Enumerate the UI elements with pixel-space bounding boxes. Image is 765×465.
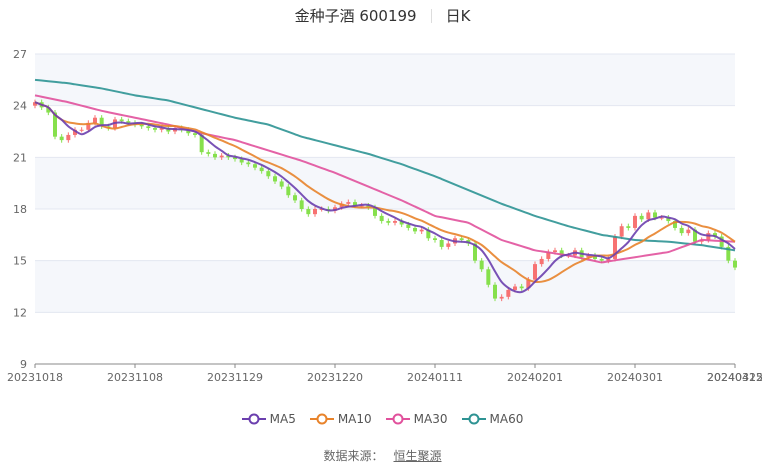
y-tick-label: 18 — [13, 203, 27, 216]
y-tick-label: 9 — [20, 358, 27, 371]
legend-ma5-icon — [241, 413, 266, 425]
candle-down — [193, 133, 197, 135]
y-tick-label: 24 — [13, 100, 27, 113]
source-provider-link[interactable]: 恒生聚源 — [394, 449, 442, 463]
grid-band — [35, 260, 735, 313]
legend-ma10-icon — [309, 413, 334, 425]
candle-down — [299, 200, 304, 209]
candle-down — [679, 227, 684, 234]
legend: MA5 MA10 MA30 MA60 — [0, 412, 765, 426]
candle-down — [306, 209, 311, 215]
candle-up — [346, 202, 351, 204]
legend-ma5[interactable]: MA5 — [241, 412, 296, 426]
candle-up — [513, 286, 517, 290]
candle-up — [79, 129, 84, 131]
candle-up — [553, 250, 557, 253]
x-tick-label: 20231108 — [107, 371, 163, 384]
candle-down — [493, 284, 497, 299]
candle-up — [506, 289, 511, 297]
candle-up — [446, 243, 451, 247]
candle-up — [539, 258, 544, 265]
x-tick-label: 20231129 — [207, 371, 263, 384]
candle-down — [286, 186, 291, 196]
candlestick-chart: 9 12 15 18 21 24 27 20231018 20231108 20231129 202… — [7, 48, 763, 384]
candle-down — [386, 221, 391, 223]
x-tick-label: 20240201 — [507, 371, 563, 384]
candle-down — [519, 286, 524, 289]
candle-down — [273, 176, 277, 182]
x-tick-label: 20231220 — [307, 371, 363, 384]
candle-up — [419, 229, 424, 232]
legend-ma60[interactable]: MA60 — [461, 412, 524, 426]
legend-label: MA30 — [413, 412, 448, 426]
grid-band — [35, 54, 735, 106]
candle-up — [66, 134, 71, 141]
candle-up — [646, 212, 651, 220]
legend-label: MA5 — [269, 412, 296, 426]
candle-up — [93, 117, 97, 123]
candle-down — [486, 269, 491, 285]
candle-down — [259, 167, 264, 172]
candle-down — [379, 215, 384, 222]
candle-down — [439, 240, 444, 247]
y-tick-label: 21 — [13, 151, 27, 164]
candle-up — [393, 221, 397, 223]
y-tick-label: 12 — [13, 306, 27, 319]
candle-down — [279, 181, 284, 187]
source-label: 数据来源： — [323, 449, 384, 463]
legend-ma10[interactable]: MA10 — [309, 412, 372, 426]
candle-down — [406, 224, 411, 228]
candle-down — [433, 238, 437, 240]
candle-up — [633, 215, 637, 228]
candle-down — [479, 260, 484, 270]
candle-down — [413, 227, 417, 232]
candle-up — [313, 209, 317, 215]
candle-up — [686, 229, 691, 234]
legend-label: MA10 — [337, 412, 372, 426]
y-tick-label: 15 — [13, 255, 27, 268]
candle-down — [599, 258, 604, 261]
candle-down — [153, 128, 157, 130]
legend-label: MA60 — [489, 412, 524, 426]
candle-down — [253, 164, 257, 168]
candle-down — [733, 260, 737, 268]
candle-down — [653, 212, 657, 218]
legend-ma30-icon — [385, 413, 410, 425]
x-tick-label: 20240415 — [707, 371, 763, 384]
grid-band — [35, 157, 735, 209]
legend-ma60-icon — [461, 413, 486, 425]
candle-up — [619, 226, 624, 237]
candle-up — [219, 155, 224, 158]
y-tick-label: 27 — [13, 48, 27, 61]
candle-down — [293, 195, 297, 201]
candle-down — [459, 238, 464, 240]
candle-down — [213, 153, 217, 158]
candle-down — [266, 171, 271, 177]
candle-down — [119, 119, 124, 122]
data-source: 数据来源： 恒生聚源 — [0, 447, 765, 464]
legend-ma30[interactable]: MA30 — [385, 412, 448, 426]
candle-down — [206, 152, 211, 154]
x-tick-label: 20240111 — [407, 371, 463, 384]
candle-up — [533, 264, 537, 280]
candle-down — [639, 215, 644, 220]
candle-up — [499, 296, 504, 299]
candle-down — [626, 226, 631, 228]
x-tick-label: 20231018 — [7, 371, 63, 384]
candle-down — [246, 162, 251, 165]
x-tick-label: 20240301 — [607, 371, 663, 384]
candle-down — [59, 136, 64, 141]
candle-down — [146, 126, 151, 129]
